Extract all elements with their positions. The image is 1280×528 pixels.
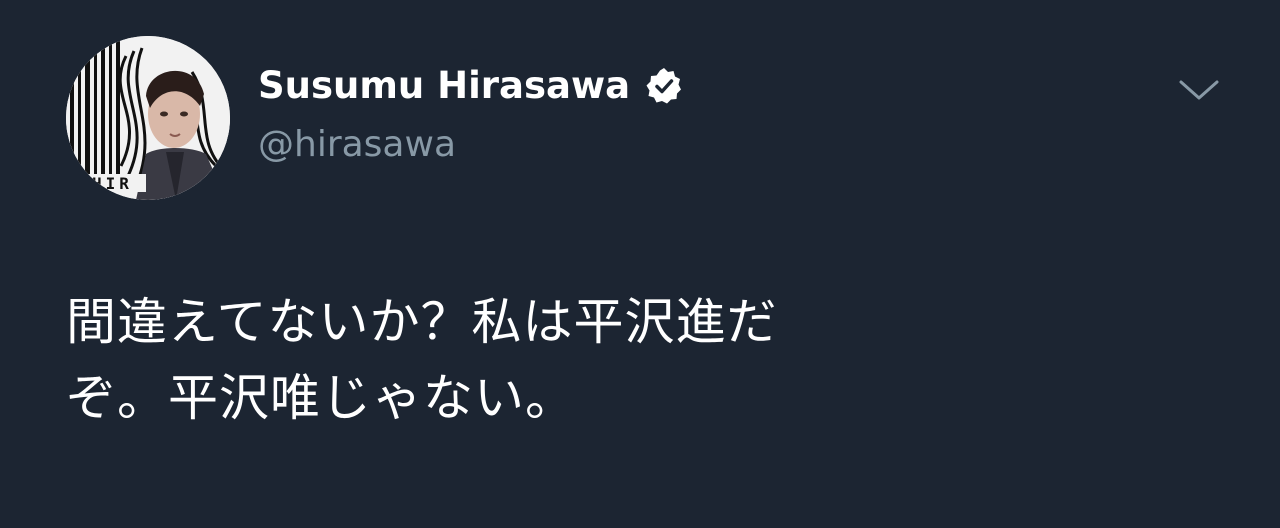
tweet-card: HIR Susumu Hirasawa @hirasawa 間違えてないか？私は… — [0, 0, 1280, 528]
tweet-text: 間違えてないか？私は平沢進だ ぞ。平沢唯じゃない。 — [66, 284, 1186, 436]
author-display-name[interactable]: Susumu Hirasawa — [258, 62, 684, 110]
avatar-image: HIR — [66, 36, 230, 200]
tweet-text-line: ぞ。平沢唯じゃない。 — [66, 369, 576, 427]
avatar-text: HIR — [92, 174, 133, 193]
verified-badge-icon — [644, 66, 684, 106]
chevron-down-icon — [1179, 80, 1219, 100]
author-name-text: Susumu Hirasawa — [258, 64, 631, 107]
author-handle[interactable]: @hirasawa — [258, 122, 456, 168]
avatar[interactable]: HIR — [66, 36, 230, 200]
tweet-menu-button[interactable] — [1168, 66, 1230, 114]
tweet-text-line: 間違えてないか？私は平沢進だ — [66, 293, 778, 351]
